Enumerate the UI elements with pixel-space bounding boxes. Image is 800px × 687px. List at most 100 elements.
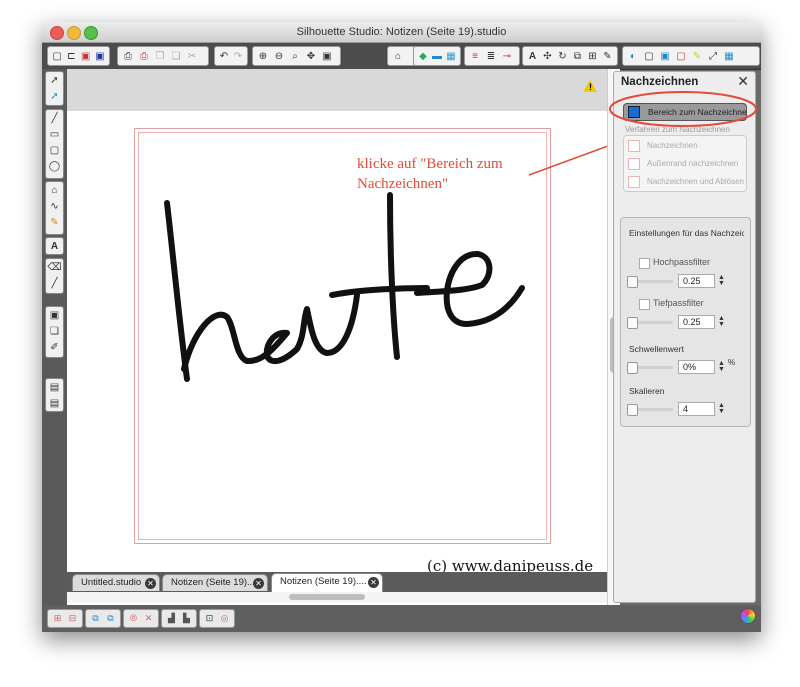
- fullscreen-icon[interactable]: ⤢: [706, 49, 720, 63]
- fill-color-icon[interactable]: ◆: [417, 49, 429, 63]
- zoom-select-icon[interactable]: ⌕: [288, 49, 302, 63]
- threshold-slider[interactable]: [627, 362, 673, 374]
- highpass-slider-knob[interactable]: [627, 276, 638, 288]
- cut-icon[interactable]: ✂: [185, 49, 199, 63]
- trace-method-outer-edge[interactable]: Außenrand nachzeichnen: [628, 157, 738, 171]
- line-width-icon[interactable]: ⊸: [500, 49, 514, 63]
- grid-icon[interactable]: ▦: [722, 49, 736, 63]
- rectangle-icon[interactable]: ▭: [46, 126, 63, 142]
- lock-icon[interactable]: ⊡: [203, 612, 216, 625]
- zoom-out-icon[interactable]: ⊖: [272, 49, 286, 63]
- redo-icon[interactable]: ↷: [232, 49, 244, 63]
- curve-icon[interactable]: ∿: [46, 198, 63, 214]
- select-icon[interactable]: ➚: [46, 72, 63, 88]
- design-canvas[interactable]: ! klicke auf "Bereich zum Nachzeichnen" …: [67, 69, 607, 605]
- copy-icon[interactable]: ❐: [153, 49, 167, 63]
- threshold-slider-knob[interactable]: [627, 362, 638, 374]
- print-icon[interactable]: ⎙: [121, 49, 135, 63]
- close-tab-icon[interactable]: ✕: [253, 578, 264, 589]
- line-color-icon[interactable]: ▬: [431, 49, 443, 63]
- freehand-icon[interactable]: ✎: [46, 214, 63, 230]
- modify-icon[interactable]: ⧉: [571, 49, 584, 63]
- compound-path-icon[interactable]: ⧉: [89, 612, 102, 625]
- point-edit-icon[interactable]: ➚: [46, 88, 63, 104]
- cut-settings-icon[interactable]: ▣: [658, 49, 672, 63]
- close-tab-icon[interactable]: ✕: [145, 578, 156, 589]
- panel-icon[interactable]: ▤: [46, 379, 63, 395]
- layer-icon[interactable]: ▣: [46, 307, 63, 323]
- ungroup-icon[interactable]: ⊟: [66, 612, 79, 625]
- edit-group: ⎙ ⎙ ❐ ❏ ✂: [117, 46, 209, 66]
- knife-icon[interactable]: ╱: [46, 275, 63, 291]
- line-style-2-icon[interactable]: ≣: [484, 49, 498, 63]
- text-style-icon[interactable]: A: [526, 49, 539, 63]
- gradient-icon[interactable]: ▦: [445, 49, 457, 63]
- highpass-value-field[interactable]: 0.25: [678, 274, 715, 288]
- horizontal-scrollbar[interactable]: [67, 592, 607, 603]
- horizontal-scroll-thumb[interactable]: [289, 594, 365, 600]
- delete-icon[interactable]: ✕: [142, 612, 155, 625]
- eraser-icon[interactable]: ⌫: [46, 259, 63, 275]
- open-icon[interactable]: ⊏: [65, 49, 77, 63]
- replicate-icon[interactable]: ↻: [556, 49, 569, 63]
- new-document-icon[interactable]: ▢: [51, 49, 63, 63]
- trace-and-detach-icon: [628, 175, 640, 188]
- threshold-stepper[interactable]: ▲ ▼: [718, 360, 725, 373]
- scale-slider[interactable]: [627, 404, 673, 416]
- highpass-checkbox[interactable]: [639, 258, 650, 269]
- print-cut-icon[interactable]: ⎙: [137, 49, 151, 63]
- transform-icon[interactable]: ✣: [541, 49, 554, 63]
- lowpass-value-field[interactable]: 0.25: [678, 315, 715, 329]
- lowpass-slider[interactable]: [627, 317, 673, 329]
- library-icon[interactable]: ⌂: [391, 49, 405, 63]
- scale-slider-knob[interactable]: [627, 404, 638, 416]
- paste-icon[interactable]: ❏: [169, 49, 183, 63]
- bring-front-icon[interactable]: ▟: [165, 612, 178, 625]
- line-style-icon[interactable]: ≡: [468, 49, 482, 63]
- color-wheel-icon[interactable]: [740, 608, 756, 624]
- close-tab-icon[interactable]: ✕: [368, 577, 379, 588]
- trace-icon[interactable]: ✎: [601, 49, 614, 63]
- group-icon[interactable]: ⊞: [51, 612, 64, 625]
- tab-notizen-1[interactable]: Notizen (Seite 19).... ✕: [162, 574, 268, 591]
- select-trace-area-button[interactable]: Bereich zum Nachzeichnen: [623, 103, 747, 121]
- library-tool-icon[interactable]: ❏: [46, 323, 63, 339]
- polygon-icon[interactable]: ⌂: [46, 182, 63, 198]
- target-icon[interactable]: ◎: [218, 612, 231, 625]
- save-icon[interactable]: ▣: [80, 49, 92, 63]
- trace-panel: Nachzeichnen ✕ Bereich zum Nachzeichnen …: [613, 71, 756, 603]
- panel-2-icon[interactable]: ▤: [46, 395, 63, 411]
- threshold-value-field[interactable]: 0%: [678, 360, 715, 374]
- lowpass-slider-knob[interactable]: [627, 317, 638, 329]
- sketch-icon[interactable]: ✐: [46, 339, 63, 355]
- trace-method-detach[interactable]: Nachzeichnen und Ablösen: [628, 175, 744, 189]
- tab-untitled[interactable]: Untitled.studio ✕: [72, 574, 160, 591]
- ellipse-icon[interactable]: ◯: [46, 158, 63, 174]
- scale-stepper[interactable]: ▲ ▼: [718, 402, 725, 415]
- offset-icon[interactable]: ⊞: [586, 49, 599, 63]
- lowpass-checkbox[interactable]: [639, 299, 650, 310]
- close-panel-icon[interactable]: ✕: [737, 73, 749, 90]
- line-icon[interactable]: ╱: [46, 110, 63, 126]
- text-tool-icon[interactable]: A: [46, 238, 63, 254]
- send-back-icon[interactable]: ▙: [180, 612, 193, 625]
- tab-notizen-2[interactable]: Notizen (Seite 19).... ✕: [271, 573, 383, 592]
- fit-page-icon[interactable]: ▣: [320, 49, 334, 63]
- register-icon[interactable]: ▢: [674, 49, 688, 63]
- save-as-icon[interactable]: ▣: [94, 49, 106, 63]
- trace-method-trace[interactable]: Nachzeichnen: [628, 139, 698, 153]
- main-toolbar: ▢ ⊏ ▣ ▣ ⎙ ⎙ ❐ ❏ ✂ ↶ ↷ ⊕ ⊖ ⌕ ✥ ▣ ⌂ ◆ ▬ ▦ …: [42, 43, 761, 70]
- rounded-rectangle-icon[interactable]: ▢: [46, 142, 63, 158]
- undo-icon[interactable]: ↶: [218, 49, 230, 63]
- lowpass-stepper[interactable]: ▲ ▼: [718, 315, 725, 328]
- highpass-stepper[interactable]: ▲ ▼: [718, 274, 725, 287]
- page-setup-icon[interactable]: ▢: [642, 49, 656, 63]
- pan-icon[interactable]: ✥: [304, 49, 318, 63]
- weld-icon[interactable]: ⦾: [127, 612, 140, 625]
- store-icon[interactable]: ◐: [626, 49, 640, 63]
- zoom-in-icon[interactable]: ⊕: [256, 49, 270, 63]
- pen-icon[interactable]: ✎: [690, 49, 704, 63]
- release-compound-icon[interactable]: ⧉: [104, 612, 117, 625]
- highpass-slider[interactable]: [627, 276, 673, 288]
- scale-value-field[interactable]: 4: [678, 402, 715, 416]
